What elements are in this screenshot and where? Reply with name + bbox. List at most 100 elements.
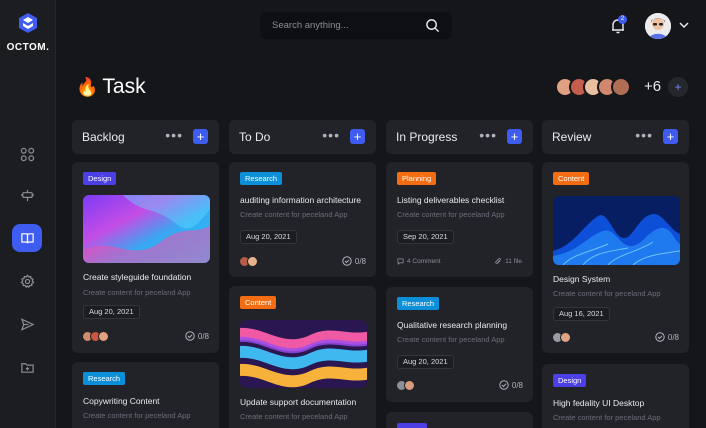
card-title: High fedality UI Desktop xyxy=(553,398,645,408)
more-options-icon[interactable]: ••• xyxy=(635,127,653,143)
card-subtitle: Create content for peceland App xyxy=(240,210,348,219)
brand-name: OCTOM. xyxy=(6,42,50,53)
card-assignees xyxy=(239,256,258,267)
avatar xyxy=(611,77,631,97)
check-circle-icon xyxy=(655,332,665,342)
card-subtitle: Create content for peceland App xyxy=(553,289,661,298)
card-subtitle: Create content for peceland App xyxy=(553,413,661,422)
avatar xyxy=(247,256,258,267)
task-card[interactable]: Content Update support documentation Cre… xyxy=(229,286,376,428)
column-header-review: Review ••• + xyxy=(542,120,689,154)
book-icon xyxy=(20,232,34,243)
comment-icon xyxy=(397,258,404,265)
checklist-progress: 0/8 xyxy=(499,380,523,390)
column-header-in-progress: In Progress ••• + xyxy=(386,120,533,154)
sign-icon xyxy=(20,189,34,201)
add-card-button[interactable]: + xyxy=(507,129,522,144)
tag-badge: Research xyxy=(83,372,126,385)
column-header-backlog: Backlog ••• + xyxy=(72,120,219,154)
due-date: Aug 16, 2021 xyxy=(553,307,610,321)
card-cover-image xyxy=(240,320,367,388)
task-card[interactable]: Research Copywriting Content Create cont… xyxy=(72,362,219,428)
tag-badge: Content xyxy=(240,296,277,309)
column-title: To Do xyxy=(239,130,271,144)
search-bar[interactable] xyxy=(260,12,452,39)
card-title: Create styleguide foundation xyxy=(83,272,192,282)
gear-icon xyxy=(19,273,35,288)
task-card[interactable]: Research Qualitative research planning C… xyxy=(386,287,533,402)
brand-logo[interactable]: OCTOM. xyxy=(0,12,56,53)
add-card-button[interactable]: + xyxy=(350,129,365,144)
tag-badge xyxy=(397,423,427,428)
file-count[interactable]: 11 file xyxy=(495,258,522,265)
tag-badge: Design xyxy=(83,172,117,185)
grid-icon xyxy=(20,147,34,161)
check-circle-icon xyxy=(342,256,352,266)
notifications-button[interactable]: 2 xyxy=(610,15,627,35)
add-card-button[interactable]: + xyxy=(193,129,208,144)
task-card[interactable]: Design Create styleguide foundation Crea… xyxy=(72,162,219,353)
top-header: 2 xyxy=(56,0,706,52)
task-card[interactable]: Design High fedality UI Desktop Create c… xyxy=(542,364,689,428)
card-subtitle: Create content for peceland App xyxy=(240,412,348,421)
page-title: Task xyxy=(102,75,146,98)
avatar-illustration xyxy=(645,13,671,39)
task-card[interactable]: Content Design System Create content for… xyxy=(542,162,689,353)
sidebar-item-dashboard[interactable] xyxy=(12,140,42,168)
column-title: In Progress xyxy=(396,130,458,144)
sidebar-item-tasks[interactable] xyxy=(12,224,42,252)
team-more-count[interactable]: +6 xyxy=(644,78,661,95)
more-options-icon[interactable]: ••• xyxy=(322,127,340,143)
card-assignees xyxy=(552,332,571,343)
avatar xyxy=(98,331,109,342)
sidebar-item-messages[interactable] xyxy=(12,310,42,338)
card-cover-image xyxy=(553,196,680,265)
card-title: auditing information architecture xyxy=(240,195,361,205)
column-header-todo: To Do ••• + xyxy=(229,120,376,154)
checklist-count: 0/8 xyxy=(354,256,366,266)
card-assignees xyxy=(396,380,415,391)
sidebar-item-signs[interactable] xyxy=(12,181,42,209)
checklist-count: 0/8 xyxy=(511,380,523,390)
folder-icon xyxy=(20,362,34,373)
checklist-progress: 0/8 xyxy=(342,256,366,266)
comment-count[interactable]: 4 Comment xyxy=(397,258,441,265)
more-options-icon[interactable]: ••• xyxy=(479,127,497,143)
chevron-down-icon[interactable] xyxy=(678,20,690,30)
checklist-count: 0/8 xyxy=(197,331,209,341)
due-date: Aug 20, 2021 xyxy=(397,355,454,369)
sidebar-item-settings[interactable] xyxy=(12,267,42,295)
check-circle-icon xyxy=(499,380,509,390)
card-subtitle: Create content for peceland App xyxy=(83,411,191,420)
fire-icon: 🔥 xyxy=(76,76,99,97)
task-card[interactable]: Planning Listing deliverables checklist … xyxy=(386,162,533,277)
due-date: Aug 20, 2021 xyxy=(83,305,140,319)
user-avatar[interactable] xyxy=(645,13,671,39)
column-title: Review xyxy=(552,130,592,144)
card-title: Listing deliverables checklist xyxy=(397,195,505,205)
card-subtitle: Create content for peceland App xyxy=(83,288,191,297)
card-title: Design System xyxy=(553,274,611,284)
search-input[interactable] xyxy=(272,12,422,39)
tag-badge: Design xyxy=(553,374,587,387)
add-card-button[interactable]: + xyxy=(663,129,678,144)
column-title: Backlog xyxy=(82,130,125,144)
due-date: Aug 20, 2021 xyxy=(240,230,297,244)
send-icon xyxy=(20,317,35,331)
add-member-button[interactable]: + xyxy=(668,77,688,97)
sidebar-item-files[interactable] xyxy=(12,353,42,381)
card-title: Update support documentation xyxy=(240,397,357,407)
octom-logo-icon xyxy=(19,13,37,33)
team-avatars[interactable] xyxy=(555,76,631,98)
comment-label: 4 Comment xyxy=(407,258,441,265)
card-title: Copywriting Content xyxy=(83,396,160,406)
task-card[interactable]: Research auditing information architectu… xyxy=(229,162,376,277)
paperclip-icon xyxy=(495,258,501,264)
more-options-icon[interactable]: ••• xyxy=(165,127,183,143)
tag-badge: Research xyxy=(240,172,283,185)
checklist-count: 0/8 xyxy=(667,332,679,342)
search-icon[interactable] xyxy=(425,18,440,33)
card-cover-image xyxy=(83,195,210,263)
task-card[interactable] xyxy=(386,412,533,428)
file-label: 11 file xyxy=(505,258,522,265)
